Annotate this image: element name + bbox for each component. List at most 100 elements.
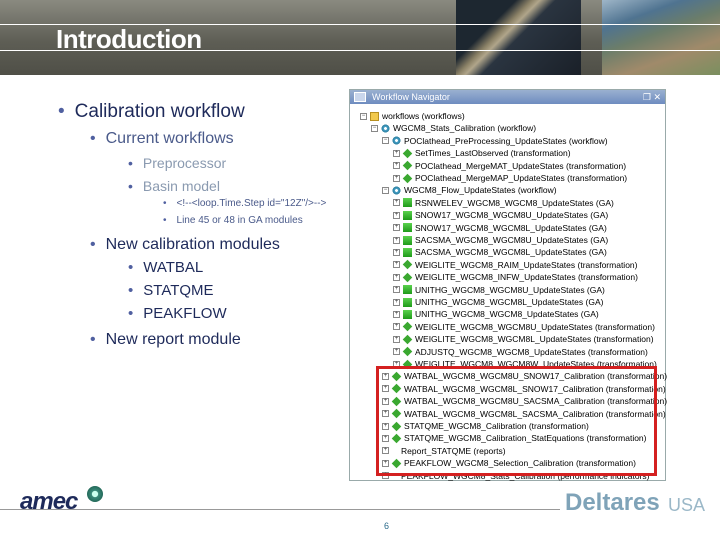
tree-node-label: POClathead_MergeMAP_UpdateStates (transf… <box>415 173 628 183</box>
bullet-text: WATBAL <box>143 259 204 276</box>
expand-icon[interactable]: + <box>393 162 400 170</box>
expand-icon[interactable]: + <box>393 310 400 318</box>
bullet-watbal: • WATBAL <box>128 259 204 276</box>
tree-node-label: ADJUSTQ_WGCM8_WGCM8_UpdateStates (transf… <box>415 346 648 357</box>
panel-window-buttons[interactable]: ❐ ✕ <box>643 90 661 104</box>
collapse-icon[interactable]: − <box>382 186 389 194</box>
tree-node-label: SACSMA_WGCM8_WGCM8U_UpdateStates (GA) <box>415 235 609 245</box>
ga-module-icon <box>403 247 412 257</box>
collapse-icon[interactable]: − <box>360 112 367 120</box>
bullet-text: <!--<loop.Time.Step id="12Z"/>--> <box>176 198 327 209</box>
expand-icon[interactable]: + <box>393 335 400 343</box>
tree-node-label: UNITHG_WGCM8_WGCM8U_UpdateStates (GA) <box>415 284 605 295</box>
tree-node-label: WEIGLITE_WGCM8_INFW_UpdateStates (transf… <box>415 272 638 283</box>
bullet-line-ref: • Line 45 or 48 in GA modules <box>163 215 303 226</box>
bullet-text: Calibration workflow <box>74 101 245 122</box>
tree-node-label: WEIGLITE_WGCM8_WGCM8L_UpdateStates (tran… <box>415 334 654 345</box>
panel-title-bar: Workflow Navigator ❐ ✕ <box>350 90 665 104</box>
tree-node[interactable]: + POClathead_MergeMAP_UpdateStates (trans… <box>393 172 627 184</box>
expand-icon[interactable]: + <box>393 174 400 182</box>
transformation-icon <box>402 260 413 270</box>
transformation-icon <box>402 173 413 183</box>
transformation-icon <box>402 322 413 332</box>
expand-icon[interactable]: + <box>393 149 400 157</box>
collapse-icon[interactable]: − <box>382 137 389 145</box>
workflow-gear-icon <box>392 136 401 146</box>
tree-node[interactable]: + POClathead_MergeMAT_UpdateStates (trans… <box>393 160 626 172</box>
bullet-text: Basin model <box>142 178 220 194</box>
tree-node[interactable]: + SetTimes_LastObserved (transformation) <box>393 147 571 159</box>
page-number: 6 <box>384 521 390 531</box>
ga-module-icon <box>403 198 412 208</box>
expand-icon[interactable]: + <box>393 199 400 207</box>
tree-node-label: SetTimes_LastObserved (transformation) <box>415 148 571 159</box>
transformation-icon <box>402 160 413 171</box>
tree-node-label: WGCM8_Stats_Calibration (workflow) <box>393 123 537 134</box>
tree-node[interactable]: + SNOW17_WGCM8_WGCM8L_UpdateStates (GA) <box>393 222 607 234</box>
tree-node[interactable]: + RSNWELEV_WGCM8_WGCM8_UpdateStates (GA) <box>393 197 614 209</box>
expand-icon[interactable]: + <box>393 323 400 331</box>
ga-module-icon <box>403 210 412 220</box>
ga-module-icon <box>403 309 412 319</box>
tree-node-label: POClathead_PreProcessing_UpdateStates (w… <box>404 135 608 146</box>
bullet-text: New calibration modules <box>105 236 280 253</box>
deltares-usa-label: USA <box>668 495 706 515</box>
expand-icon[interactable]: + <box>393 261 400 269</box>
expand-icon[interactable]: + <box>393 211 400 219</box>
tree-node[interactable]: + SACSMA_WGCM8_WGCM8L_UpdateStates (GA) <box>393 246 607 258</box>
expand-icon[interactable]: + <box>393 286 400 294</box>
navigator-icon <box>354 92 366 102</box>
workflow-gear-icon <box>381 123 390 133</box>
tree-node-label: SNOW17_WGCM8_WGCM8L_UpdateStates (GA) <box>415 222 607 233</box>
expand-icon[interactable]: + <box>393 236 400 244</box>
bullet-text: New report module <box>105 331 241 348</box>
bullet-text: PEAKFLOW <box>143 305 227 322</box>
bullet-peakflow: • PEAKFLOW <box>128 305 227 322</box>
tree-node-label: RSNWELEV_WGCM8_WGCM8_UpdateStates (GA) <box>415 197 614 208</box>
bullet-basin-model: • Basin model <box>128 178 220 194</box>
tree-node[interactable]: + WEIGLITE_WGCM8_WGCM8L_UpdateStates (tra… <box>393 333 654 345</box>
bullet-current-workflows: • Current workflows <box>90 130 234 147</box>
expand-icon[interactable]: + <box>393 348 400 356</box>
bullet-loop-timestep: • <!--<loop.Time.Step id="12Z"/>--> <box>163 198 327 209</box>
tree-node[interactable]: + WEIGLITE_WGCM8_RAIM_UpdateStates (trans… <box>393 259 638 271</box>
tree-node-label: WEIGLITE_WGCM8_RAIM_UpdateStates (transf… <box>415 259 638 270</box>
bullet-new-report: • New report module <box>90 331 241 348</box>
tree-node[interactable]: + SACSMA_WGCM8_WGCM8U_UpdateStates (GA) <box>393 234 608 246</box>
bullet-text: Line 45 or 48 in GA modules <box>176 215 303 226</box>
bullet-text: Preprocessor <box>142 155 227 171</box>
tree-node[interactable]: + ADJUSTQ_WGCM8_WGCM8_UpdateStates (trans… <box>393 346 648 358</box>
footer-line <box>0 509 560 510</box>
tree-node[interactable]: − WGCM8_Stats_Calibration (workflow) <box>371 122 536 134</box>
tree-node-label: SACSMA_WGCM8_WGCM8L_UpdateStates (GA) <box>415 247 607 258</box>
tree-node[interactable]: + UNITHG_WGCM8_WGCM8U_UpdateStates (GA) <box>393 284 605 296</box>
deltares-logo: Deltares <box>565 489 660 516</box>
folder-icon <box>370 111 379 121</box>
tree-node-label: POClathead_MergeMAT_UpdateStates (transf… <box>415 160 627 171</box>
tree-node[interactable]: + WEIGLITE_WGCM8_WGCM8U_UpdateStates (tra… <box>393 321 655 333</box>
tree-node-label: UNITHG_WGCM8_WGCM8_UpdateStates (GA) <box>415 309 599 320</box>
collapse-icon[interactable]: − <box>371 124 378 132</box>
tree-node[interactable]: + UNITHG_WGCM8_WGCM8_UpdateStates (GA) <box>393 308 599 320</box>
transformation-icon <box>402 334 413 344</box>
tree-node-label: WGCM8_Flow_UpdateStates (workflow) <box>404 185 557 196</box>
tree-node-label: WEIGLITE_WGCM8_WGCM8U_UpdateStates (tran… <box>415 321 655 332</box>
tree-node[interactable]: + UNITHG_WGCM8_WGCM8L_UpdateStates (GA) <box>393 296 603 308</box>
expand-icon[interactable]: + <box>393 273 400 281</box>
expand-icon[interactable]: + <box>393 298 400 306</box>
amec-logo-text: amec <box>20 488 78 515</box>
tree-node[interactable]: + WEIGLITE_WGCM8_INFW_UpdateStates (trans… <box>393 271 638 283</box>
bullet-statqme: • STATQME <box>128 282 214 299</box>
tree-node[interactable]: − WGCM8_Flow_UpdateStates (workflow) <box>382 184 557 196</box>
expand-icon[interactable]: + <box>393 224 400 232</box>
transformation-icon <box>402 148 413 158</box>
tree-node[interactable]: + SNOW17_WGCM8_WGCM8U_UpdateStates (GA) <box>393 209 608 221</box>
expand-icon[interactable]: + <box>393 248 400 256</box>
highlight-box <box>376 366 657 476</box>
tree-node-label: workflows (workflows) <box>382 111 465 121</box>
tree-node-label: SNOW17_WGCM8_WGCM8U_UpdateStates (GA) <box>415 210 609 221</box>
ga-module-icon <box>403 235 412 245</box>
tree-node[interactable]: − POClathead_PreProcessing_UpdateStates (… <box>382 135 608 147</box>
amec-logo-icon <box>87 486 103 502</box>
tree-node[interactable]: − workflows (workflows) <box>360 110 465 122</box>
